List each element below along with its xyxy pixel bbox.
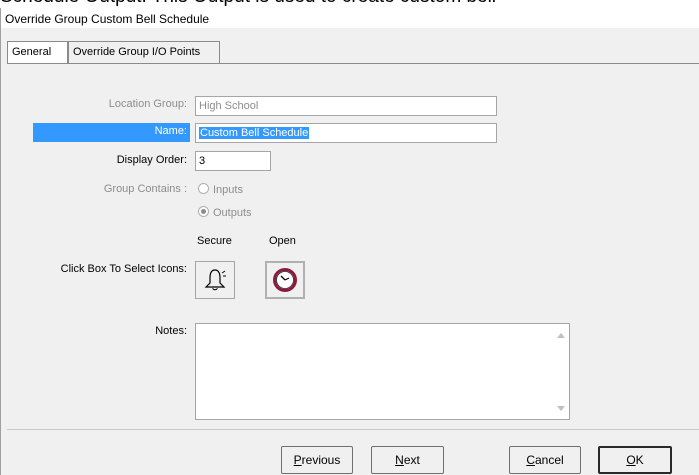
name-field[interactable]: Custom Bell Schedule — [195, 123, 497, 143]
previous-button[interactable]: Previous — [281, 446, 353, 474]
next-button[interactable]: Next — [371, 446, 444, 474]
notes-label: Notes: — [155, 325, 187, 337]
ok-button-mnemonic: O — [626, 453, 636, 467]
cancel-button-mnemonic: C — [526, 453, 535, 467]
open-icon-box[interactable] — [265, 261, 305, 299]
ok-button[interactable]: OK — [598, 446, 672, 474]
open-label: Open — [269, 235, 296, 247]
bell-icon — [204, 269, 226, 291]
ok-button-label: K — [635, 453, 644, 467]
notes-textarea[interactable] — [195, 323, 570, 420]
scroll-down-arrow-icon[interactable] — [557, 406, 565, 411]
cancel-button-label: ancel — [534, 453, 564, 467]
outputs-radio[interactable]: Outputs — [198, 206, 252, 219]
outputs-radio-label: Outputs — [213, 207, 252, 219]
scroll-up-arrow-icon[interactable] — [557, 333, 565, 338]
outputs-radio-button[interactable] — [198, 206, 209, 217]
dialog-window: Override Group Custom Bell Schedule Gene… — [0, 8, 699, 475]
next-button-label: ext — [403, 453, 420, 467]
cancel-button[interactable]: Cancel — [509, 446, 581, 474]
name-field-value: Custom Bell Schedule — [199, 127, 310, 139]
next-button-mnemonic: N — [395, 453, 404, 467]
secure-icon-box[interactable] — [195, 261, 235, 299]
previous-button-label: revious — [301, 453, 341, 467]
footer-divider — [7, 429, 699, 430]
notes-value — [196, 324, 569, 330]
secure-label: Secure — [197, 235, 232, 247]
location-group-label: Location Group: — [108, 98, 187, 110]
inputs-radio-button[interactable] — [198, 183, 209, 194]
notes-scrollbar[interactable] — [552, 324, 569, 419]
tab-divider — [7, 63, 699, 64]
window-title: Override Group Custom Bell Schedule — [1, 8, 699, 28]
name-label: Name: — [154, 125, 187, 137]
previous-button-mnemonic: P — [293, 453, 302, 467]
display-order-label: Display Order: — [116, 154, 187, 166]
inputs-radio-label: Inputs — [213, 184, 243, 196]
inputs-radio[interactable]: Inputs — [198, 183, 243, 196]
page-caption: Schedule Output. This Output is used to … — [0, 0, 699, 8]
display-order-field[interactable]: 3 — [195, 151, 271, 171]
group-contains-label: Group Contains : — [103, 183, 187, 195]
select-icons-label: Click Box To Select Icons: — [60, 263, 187, 275]
tab-general[interactable]: General — [7, 41, 68, 64]
tab-override-group-io-points[interactable]: Override Group I/O Points — [68, 41, 220, 63]
location-group-field[interactable]: High School — [195, 96, 497, 116]
clock-icon — [273, 268, 297, 292]
